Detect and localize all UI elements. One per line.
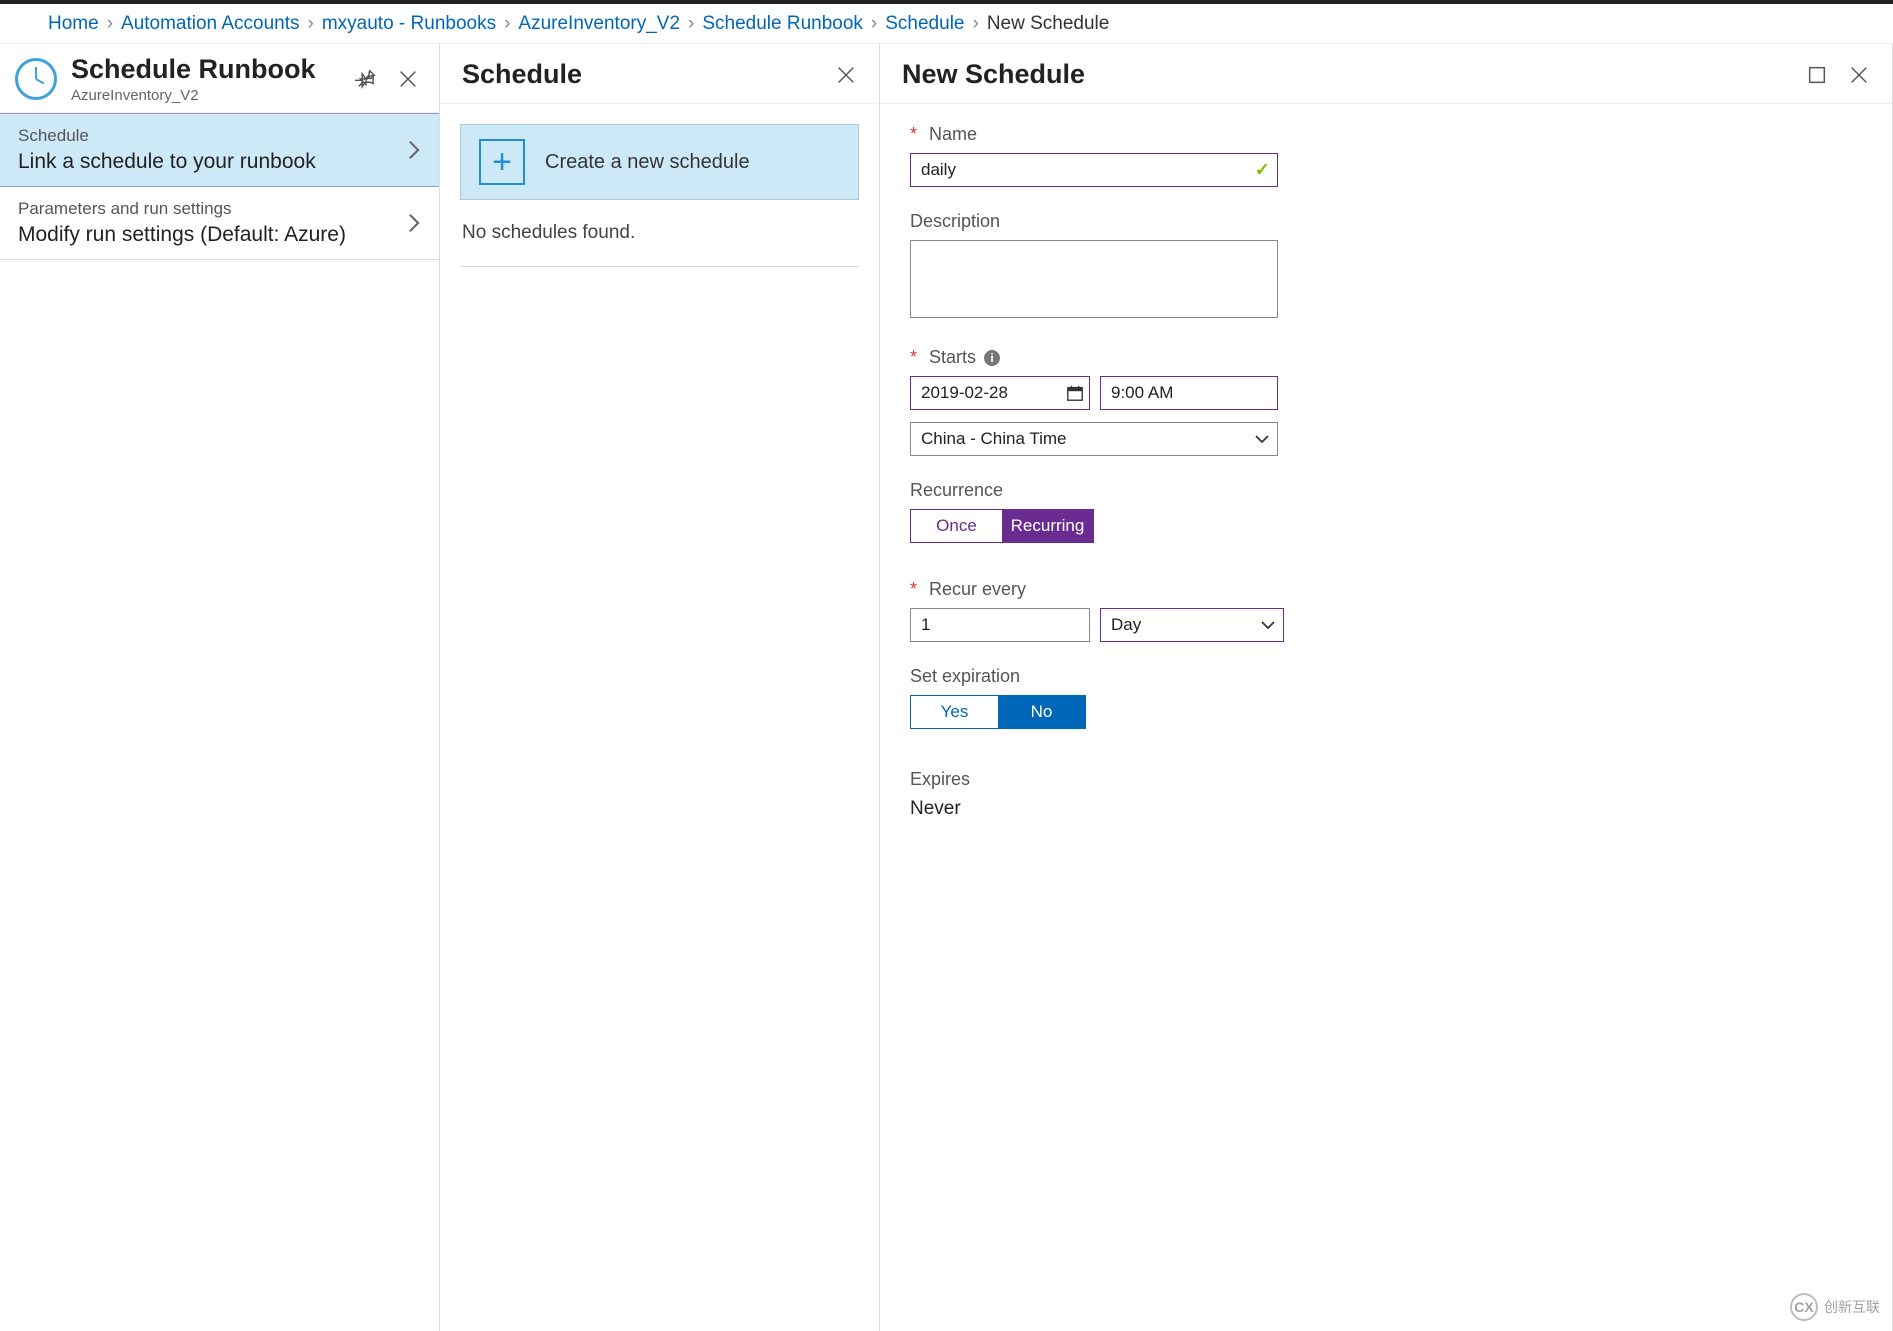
menu-item-description: Modify run settings (Default: Azure) bbox=[18, 223, 346, 247]
breadcrumb-current: New Schedule bbox=[987, 13, 1110, 35]
chevron-right-icon: › bbox=[688, 13, 694, 35]
checkmark-icon: ✓ bbox=[1255, 160, 1270, 181]
start-time-input[interactable] bbox=[1100, 376, 1278, 410]
set-expiration-label: Set expiration bbox=[910, 666, 1020, 687]
recurrence-toggle: Once Recurring bbox=[910, 509, 1094, 543]
plus-icon: + bbox=[479, 139, 525, 185]
chevron-right-icon: › bbox=[871, 13, 877, 35]
chevron-right-icon bbox=[407, 139, 421, 161]
recurrence-label: Recurrence bbox=[910, 480, 1003, 501]
breadcrumb-item[interactable]: mxyauto - Runbooks bbox=[322, 13, 496, 35]
menu-item-description: Link a schedule to your runbook bbox=[18, 150, 316, 174]
expires-value: Never bbox=[910, 798, 1862, 820]
expires-label: Expires bbox=[910, 769, 970, 790]
blade-title: Schedule Runbook bbox=[71, 54, 355, 85]
timezone-select[interactable]: China - China Time bbox=[910, 422, 1278, 456]
close-icon[interactable] bbox=[1848, 64, 1870, 86]
menu-item-label: Schedule bbox=[18, 126, 316, 146]
new-schedule-blade: New Schedule *Name ✓ Description bbox=[880, 44, 1893, 1331]
recur-value-input[interactable] bbox=[910, 608, 1090, 642]
close-icon[interactable] bbox=[835, 64, 857, 86]
empty-state-text: No schedules found. bbox=[460, 200, 859, 267]
calendar-icon[interactable] bbox=[1066, 384, 1084, 402]
pin-icon[interactable] bbox=[355, 68, 377, 90]
menu-item-parameters[interactable]: Parameters and run settings Modify run s… bbox=[0, 187, 439, 260]
menu-item-label: Parameters and run settings bbox=[18, 199, 346, 219]
expiration-toggle: Yes No bbox=[910, 695, 1086, 729]
close-icon[interactable] bbox=[397, 68, 419, 90]
breadcrumb-item[interactable]: Schedule bbox=[885, 13, 964, 35]
chevron-right-icon: › bbox=[107, 13, 113, 35]
breadcrumb-item[interactable]: Automation Accounts bbox=[121, 13, 300, 35]
breadcrumb: Home › Automation Accounts › mxyauto - R… bbox=[0, 4, 1893, 44]
menu-item-schedule[interactable]: Schedule Link a schedule to your runbook bbox=[0, 113, 439, 187]
schedule-blade: Schedule + Create a new schedule No sche… bbox=[440, 44, 880, 1331]
recurrence-recurring-button[interactable]: Recurring bbox=[1002, 510, 1093, 542]
recur-every-label: Recur every bbox=[929, 579, 1026, 600]
blade-title: Schedule bbox=[462, 59, 835, 90]
info-icon[interactable]: i bbox=[984, 350, 1000, 366]
expiration-yes-button[interactable]: Yes bbox=[911, 696, 998, 728]
create-label: Create a new schedule bbox=[545, 151, 750, 174]
clock-icon bbox=[15, 58, 57, 100]
blade-title: New Schedule bbox=[902, 59, 1806, 90]
chevron-right-icon: › bbox=[308, 13, 314, 35]
chevron-right-icon: › bbox=[504, 13, 510, 35]
description-input[interactable] bbox=[910, 240, 1278, 318]
start-date-input[interactable] bbox=[910, 376, 1090, 410]
create-new-schedule-button[interactable]: + Create a new schedule bbox=[460, 124, 859, 200]
watermark: CX创新互联 bbox=[1790, 1293, 1880, 1321]
schedule-runbook-blade: Schedule Runbook AzureInventory_V2 Sched… bbox=[0, 44, 440, 1331]
chevron-right-icon bbox=[407, 212, 421, 234]
recur-unit-select[interactable]: Day bbox=[1100, 608, 1284, 642]
breadcrumb-item[interactable]: AzureInventory_V2 bbox=[518, 13, 680, 35]
blade-subtitle: AzureInventory_V2 bbox=[71, 87, 355, 104]
name-input[interactable] bbox=[910, 153, 1278, 187]
breadcrumb-item[interactable]: Home bbox=[48, 13, 99, 35]
starts-label: Starts bbox=[929, 347, 976, 368]
name-label: Name bbox=[929, 124, 977, 145]
expiration-no-button[interactable]: No bbox=[998, 696, 1085, 728]
maximize-icon[interactable] bbox=[1806, 64, 1828, 86]
chevron-right-icon: › bbox=[972, 13, 978, 35]
description-label: Description bbox=[910, 211, 1000, 232]
recurrence-once-button[interactable]: Once bbox=[911, 510, 1002, 542]
breadcrumb-item[interactable]: Schedule Runbook bbox=[702, 13, 863, 35]
